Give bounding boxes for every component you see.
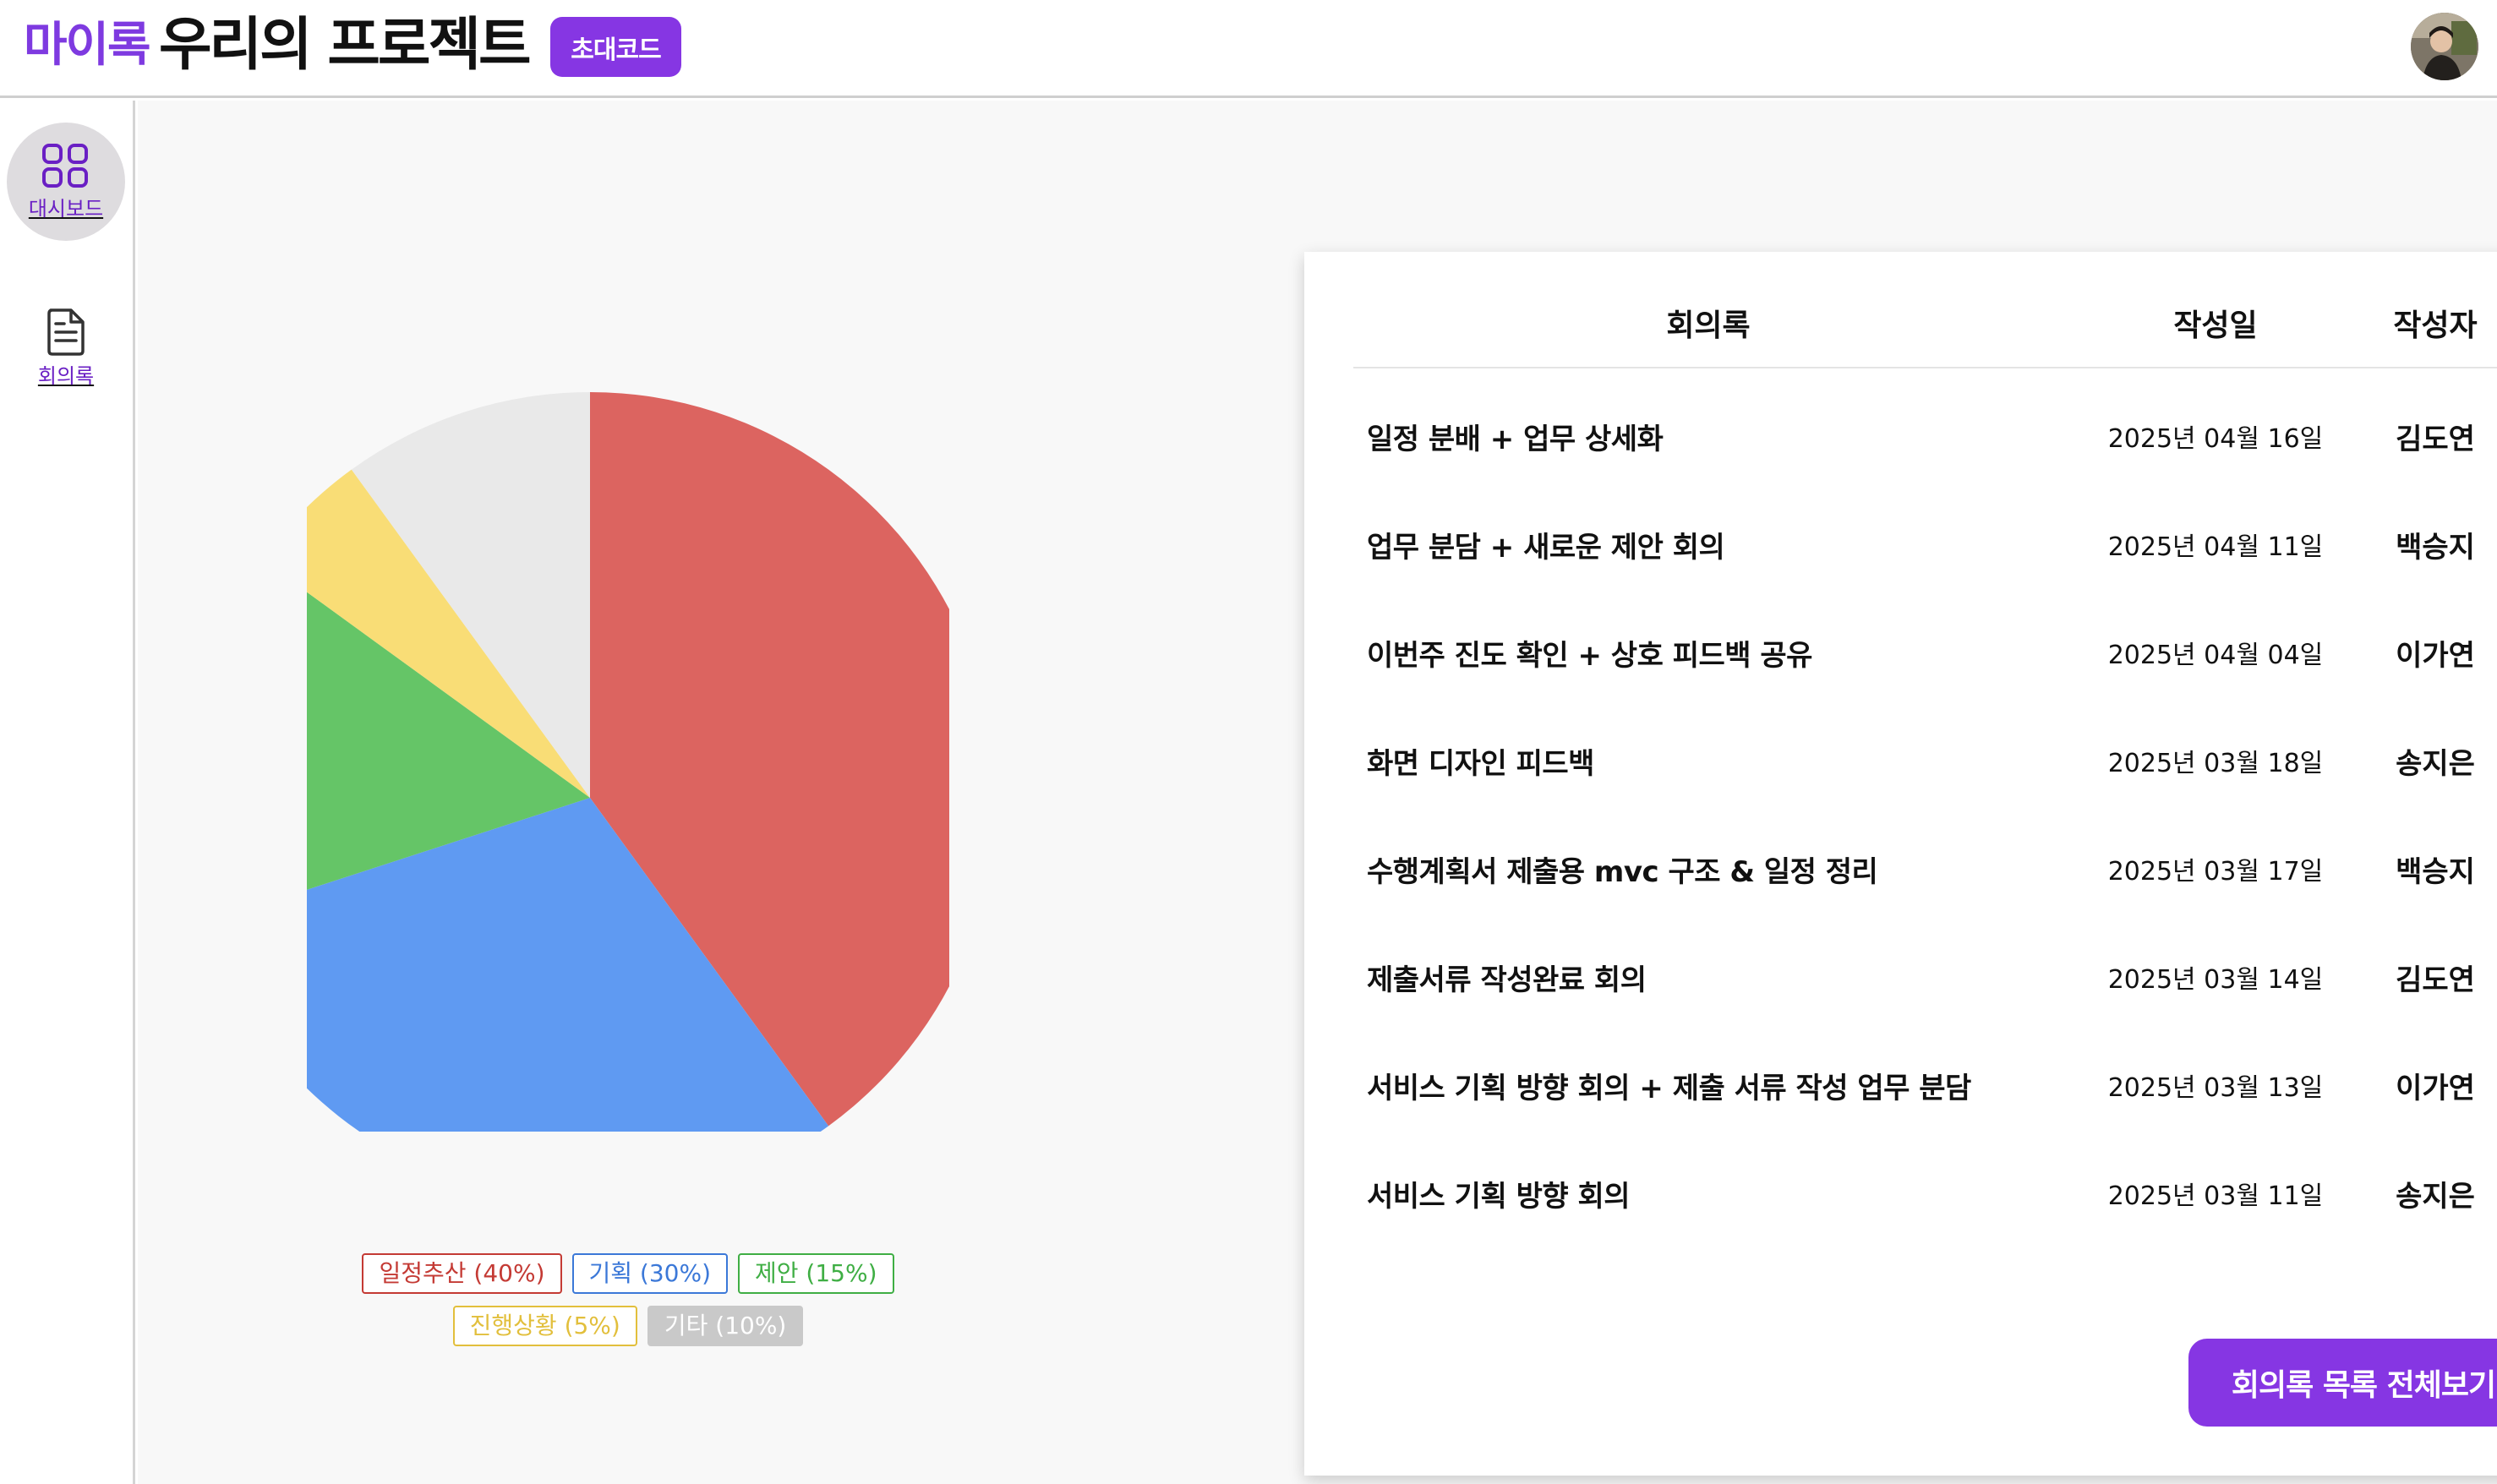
minutes-row[interactable]: 이번주 진도 확인 + 상호 피드백 공유 2025년 04월 04일 이가연 <box>1353 602 2497 710</box>
grid-icon <box>42 143 88 188</box>
minutes-author: 김도연 <box>2396 963 2475 997</box>
legend-item[interactable]: 기획 (30%) <box>571 1253 729 1294</box>
minutes-title: 제출서류 작성완료 회의 <box>1367 963 1647 997</box>
minutes-date: 2025년 04월 16일 <box>2107 424 2324 454</box>
minutes-table-header: 회의록 작성일 작성자 <box>1353 291 2497 368</box>
minutes-date: 2025년 03월 17일 <box>2107 857 2324 887</box>
column-header-date: 작성일 <box>2173 308 2258 343</box>
minutes-row[interactable]: 화면 디자인 피드백 2025년 03월 18일 송지은 <box>1353 710 2497 818</box>
minutes-date: 2025년 04월 04일 <box>2107 641 2324 670</box>
minutes-date: 2025년 03월 14일 <box>2107 965 2324 995</box>
minutes-title: 일정 분배 + 업무 상세화 <box>1367 423 1664 456</box>
user-avatar[interactable] <box>2411 13 2478 80</box>
legend-item[interactable]: 진행상황 (5%) <box>452 1306 637 1346</box>
invite-code-button[interactable]: 초대코드 <box>550 17 681 77</box>
brand-logo[interactable]: 마이록 <box>24 19 151 73</box>
category-pie-chart <box>307 392 949 1132</box>
minutes-list: 일정 분배 + 업무 상세화 2025년 04월 16일 김도연 업무 분담 +… <box>1353 385 2497 1251</box>
column-header-title: 회의록 <box>1666 308 1751 343</box>
minutes-date: 2025년 04월 11일 <box>2107 532 2324 562</box>
sidebar: 대시보드 회의록 <box>0 101 135 1484</box>
minutes-author: 백승지 <box>2396 855 2475 889</box>
minutes-date: 2025년 03월 18일 <box>2107 749 2324 778</box>
minutes-date: 2025년 03월 13일 <box>2107 1073 2324 1103</box>
view-all-minutes-button[interactable]: 회의록 목록 전체보기 <box>2188 1339 2497 1427</box>
minutes-row[interactable]: 서비스 기획 방향 회의 + 제출 서류 작성 업무 분담 2025년 03월 … <box>1353 1034 2497 1143</box>
sidebar-item-dashboard[interactable]: 대시보드 <box>7 123 125 241</box>
top-header: 마이록 우리의 프로젝트 초대코드 <box>0 0 2497 98</box>
minutes-date: 2025년 03월 11일 <box>2107 1181 2324 1211</box>
sidebar-item-label: 대시보드 <box>28 196 104 221</box>
minutes-row[interactable]: 제출서류 작성완료 회의 2025년 03월 14일 김도연 <box>1353 926 2497 1034</box>
minutes-author: 이가연 <box>2396 639 2475 673</box>
minutes-title: 업무 분담 + 새로운 제안 회의 <box>1367 531 1725 565</box>
legend-item[interactable]: 일정추산 (40%) <box>362 1253 562 1294</box>
document-icon <box>47 308 85 356</box>
minutes-row[interactable]: 서비스 기획 방향 회의 2025년 03월 11일 송지은 <box>1353 1143 2497 1251</box>
dashboard-main: 일정추산 (40%) 기획 (30%) 제안 (15%) 진행상황 (5%) 기타 (1… <box>138 101 2497 1484</box>
project-title: 우리의 프로젝트 <box>159 12 532 79</box>
column-header-author: 작성자 <box>2393 308 2478 343</box>
minutes-title: 이번주 진도 확인 + 상호 피드백 공유 <box>1367 639 1812 673</box>
minutes-title: 서비스 기획 방향 회의 + 제출 서류 작성 업무 분담 <box>1367 1072 1971 1105</box>
minutes-row[interactable]: 수행계획서 제출용 mvc 구조 & 일정 정리 2025년 03월 17일 백… <box>1353 818 2497 926</box>
minutes-title: 수행계획서 제출용 mvc 구조 & 일정 정리 <box>1367 855 1878 889</box>
minutes-row[interactable]: 일정 분배 + 업무 상세화 2025년 04월 16일 김도연 <box>1353 385 2497 494</box>
avatar-photo-icon <box>2411 13 2478 80</box>
minutes-author: 이가연 <box>2396 1072 2475 1105</box>
minutes-author: 백승지 <box>2396 531 2475 565</box>
minutes-title: 서비스 기획 방향 회의 <box>1367 1180 1631 1214</box>
minutes-card: 회의록 작성일 작성자 일정 분배 + 업무 상세화 2025년 04월 16일… <box>1304 252 2497 1476</box>
minutes-row[interactable]: 업무 분담 + 새로운 제안 회의 2025년 04월 11일 백승지 <box>1353 494 2497 602</box>
minutes-title: 화면 디자인 피드백 <box>1367 747 1594 781</box>
sidebar-item-minutes[interactable]: 회의록 <box>7 288 125 406</box>
legend-item[interactable]: 제안 (15%) <box>738 1253 894 1294</box>
minutes-author: 송지은 <box>2396 1180 2475 1214</box>
sidebar-item-label: 회의록 <box>37 363 95 388</box>
legend-item[interactable]: 기타 (10%) <box>647 1306 804 1346</box>
minutes-author: 송지은 <box>2396 747 2475 781</box>
pie-legend: 일정추산 (40%) 기획 (30%) 제안 (15%) 진행상황 (5%) 기타 (1… <box>307 1253 949 1346</box>
minutes-author: 김도연 <box>2396 423 2475 456</box>
